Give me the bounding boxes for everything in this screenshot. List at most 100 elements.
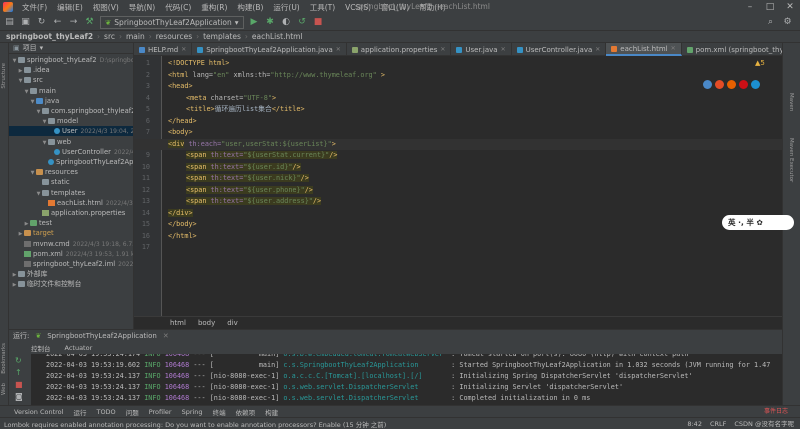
close-icon[interactable]: ✕ bbox=[163, 332, 169, 340]
close-icon[interactable]: ✕ bbox=[780, 0, 800, 14]
tree-item[interactable]: pom.xml2022/4/3 19:53, 1.91 kB 28 分钟之前 bbox=[9, 249, 133, 259]
editor-tab[interactable]: eachList.html ✕ bbox=[606, 43, 682, 56]
tree-item[interactable]: User2022/4/3 19:04, 203 bbox=[9, 126, 133, 137]
run-panel-config[interactable]: SpringbootThyLeaf2Application bbox=[47, 332, 157, 340]
firefox-icon[interactable] bbox=[727, 80, 736, 89]
menu-file[interactable]: 文件(F) bbox=[17, 2, 52, 13]
breadcrumb-src[interactable]: src bbox=[104, 32, 115, 41]
project-panel-title[interactable]: 项目 bbox=[23, 43, 37, 53]
editor-tab[interactable]: application.properties ✕ bbox=[347, 43, 452, 56]
menu-tools[interactable]: 工具(T) bbox=[305, 2, 340, 13]
structure-tool[interactable]: Structure bbox=[1, 63, 7, 89]
editor-tab[interactable]: SpringbootThyLeaf2Application.java ✕ bbox=[192, 43, 347, 56]
editor-tab[interactable]: UserController.java ✕ bbox=[512, 43, 607, 56]
tool-problems[interactable]: 问题 bbox=[126, 407, 139, 417]
menu-navigate[interactable]: 导航(N) bbox=[124, 2, 160, 13]
editor-crumb-div[interactable]: div bbox=[227, 319, 238, 327]
close-icon[interactable]: ✕ bbox=[501, 46, 506, 53]
run-config-select[interactable]: ❦ SpringbootThyLeaf2Application ▾ bbox=[100, 15, 244, 29]
back-icon[interactable]: ← bbox=[52, 17, 63, 28]
menu-build[interactable]: 构建(B) bbox=[232, 2, 268, 13]
menu-edit[interactable]: 编辑(E) bbox=[52, 2, 88, 13]
tree-item[interactable]: eachList.html2022/4/3 19: bbox=[9, 198, 133, 208]
run-icon[interactable]: ▶ bbox=[249, 17, 260, 28]
warnings-indicator[interactable]: ▲5 bbox=[755, 59, 765, 67]
status-message[interactable]: Lombok requires enabled annotation proce… bbox=[4, 419, 386, 429]
menu-refactor[interactable]: 重构(R) bbox=[196, 2, 232, 13]
rerun-icon[interactable]: ↻ bbox=[15, 356, 22, 365]
editor-tab[interactable]: HELP.md ✕ bbox=[134, 43, 193, 56]
debug-icon[interactable]: ✱ bbox=[265, 17, 276, 28]
tree-item[interactable]: ▶ 临时文件和控制台 bbox=[9, 279, 133, 290]
close-icon[interactable]: ✕ bbox=[181, 46, 186, 53]
open-folder-icon[interactable]: ▤ bbox=[4, 17, 15, 28]
breadcrumb-resources[interactable]: resources bbox=[156, 32, 192, 41]
tool-profiler[interactable]: Profiler bbox=[149, 408, 172, 416]
tree-item[interactable]: ▶ 外部库 bbox=[9, 269, 133, 279]
code-editor[interactable]: <!DOCTYPE html> <html lang="en" xmlns:th… bbox=[134, 56, 782, 316]
editor-crumb-body[interactable]: body bbox=[198, 319, 215, 327]
tab-actuator[interactable]: Actuator bbox=[65, 344, 93, 352]
bookmarks-tool[interactable]: Bookmarks bbox=[1, 343, 7, 374]
tree-item[interactable]: ▼ resources bbox=[9, 167, 133, 177]
console-output[interactable]: 2022-04-03 19:53:24.174 INFO 106468 --- … bbox=[31, 354, 782, 405]
tree-item[interactable]: ▶ .idea bbox=[9, 65, 133, 75]
close-icon[interactable]: ✕ bbox=[440, 46, 445, 53]
maven-tool[interactable]: Maven bbox=[788, 93, 794, 111]
search-icon[interactable]: ⌕ bbox=[765, 17, 776, 28]
close-icon[interactable]: ✕ bbox=[595, 46, 600, 53]
tree-item[interactable]: springboot_thyLeaf2.iml2022/4/3 19: bbox=[9, 259, 133, 269]
close-icon[interactable]: ✕ bbox=[336, 46, 341, 53]
minimize-icon[interactable]: – bbox=[740, 0, 760, 14]
tool-dependencies[interactable]: 依赖项 bbox=[236, 407, 256, 417]
breadcrumb-project[interactable]: springboot_thyLeaf2 bbox=[6, 32, 93, 41]
tool-build[interactable]: 构建 bbox=[265, 407, 278, 417]
tool-terminal[interactable]: 终端 bbox=[213, 407, 226, 417]
tree-item[interactable]: ▼ java bbox=[9, 96, 133, 106]
line-ending[interactable]: CRLF bbox=[710, 418, 726, 429]
tree-item[interactable]: UserController2022/4/ bbox=[9, 147, 133, 157]
menu-code[interactable]: 代码(C) bbox=[160, 2, 196, 13]
forward-icon[interactable]: → bbox=[68, 17, 79, 28]
tree-item[interactable]: application.properties bbox=[9, 208, 133, 218]
stop-icon[interactable]: ■ bbox=[15, 380, 23, 389]
chrome-icon[interactable] bbox=[715, 80, 724, 89]
tab-console[interactable]: 控制台 bbox=[31, 343, 51, 353]
sync-icon[interactable]: ↻ bbox=[36, 17, 47, 28]
menu-view[interactable]: 视图(V) bbox=[88, 2, 124, 13]
build-hammer-icon[interactable]: ⚒ bbox=[84, 17, 95, 28]
tool-spring[interactable]: Spring bbox=[182, 408, 203, 416]
tree-item[interactable]: ▼ main bbox=[9, 86, 133, 96]
tree-item[interactable]: ▼ com.springboot_thyleaf2 bbox=[9, 106, 133, 116]
menu-run[interactable]: 运行(U) bbox=[268, 2, 304, 13]
tree-item[interactable]: ▼springboot_thyLeaf2D:\springboot_thyle bbox=[9, 55, 133, 65]
edge-icon[interactable] bbox=[751, 80, 760, 89]
up-icon[interactable]: ↑ bbox=[15, 368, 22, 377]
tool-todo[interactable]: TODO bbox=[96, 408, 115, 416]
close-icon[interactable]: ✕ bbox=[671, 45, 676, 52]
editor-crumb-html[interactable]: html bbox=[170, 319, 186, 327]
breadcrumb-main[interactable]: main bbox=[126, 32, 145, 41]
editor-tab[interactable]: User.java ✕ bbox=[451, 43, 512, 56]
tree-item[interactable]: mvnw.cmd2022/4/3 19:18, 6.73 kB bbox=[9, 239, 133, 249]
breadcrumb-templates[interactable]: templates bbox=[203, 32, 241, 41]
tool-run[interactable]: 运行 bbox=[73, 407, 86, 417]
settings-icon[interactable]: ⚙ bbox=[782, 17, 793, 28]
save-all-icon[interactable]: ▣ bbox=[20, 17, 31, 28]
web-tool[interactable]: Web bbox=[1, 383, 7, 395]
tree-item[interactable]: ▶ target bbox=[9, 228, 133, 238]
tree-item[interactable]: ▼ web bbox=[9, 137, 133, 147]
stop-icon[interactable]: ■ bbox=[313, 17, 324, 28]
tool-version-control[interactable]: Version Control bbox=[14, 408, 63, 416]
rerun-icon[interactable]: ↺ bbox=[297, 17, 308, 28]
tree-item[interactable]: ▼ templates bbox=[9, 188, 133, 198]
maximize-icon[interactable]: □ bbox=[760, 0, 780, 14]
maven-executor-tool[interactable]: Maven Executor bbox=[788, 138, 794, 182]
coverage-icon[interactable]: ◐ bbox=[281, 17, 292, 28]
event-log-button[interactable]: 事件日志 bbox=[764, 406, 788, 415]
caret-position[interactable]: 8:42 bbox=[687, 418, 702, 429]
chevron-right-icon[interactable]: ▶ bbox=[11, 280, 18, 290]
tree-item[interactable]: ▼ src bbox=[9, 75, 133, 85]
breadcrumb-file[interactable]: eachList.html bbox=[252, 32, 303, 41]
tree-item[interactable]: ▶ test bbox=[9, 218, 133, 228]
